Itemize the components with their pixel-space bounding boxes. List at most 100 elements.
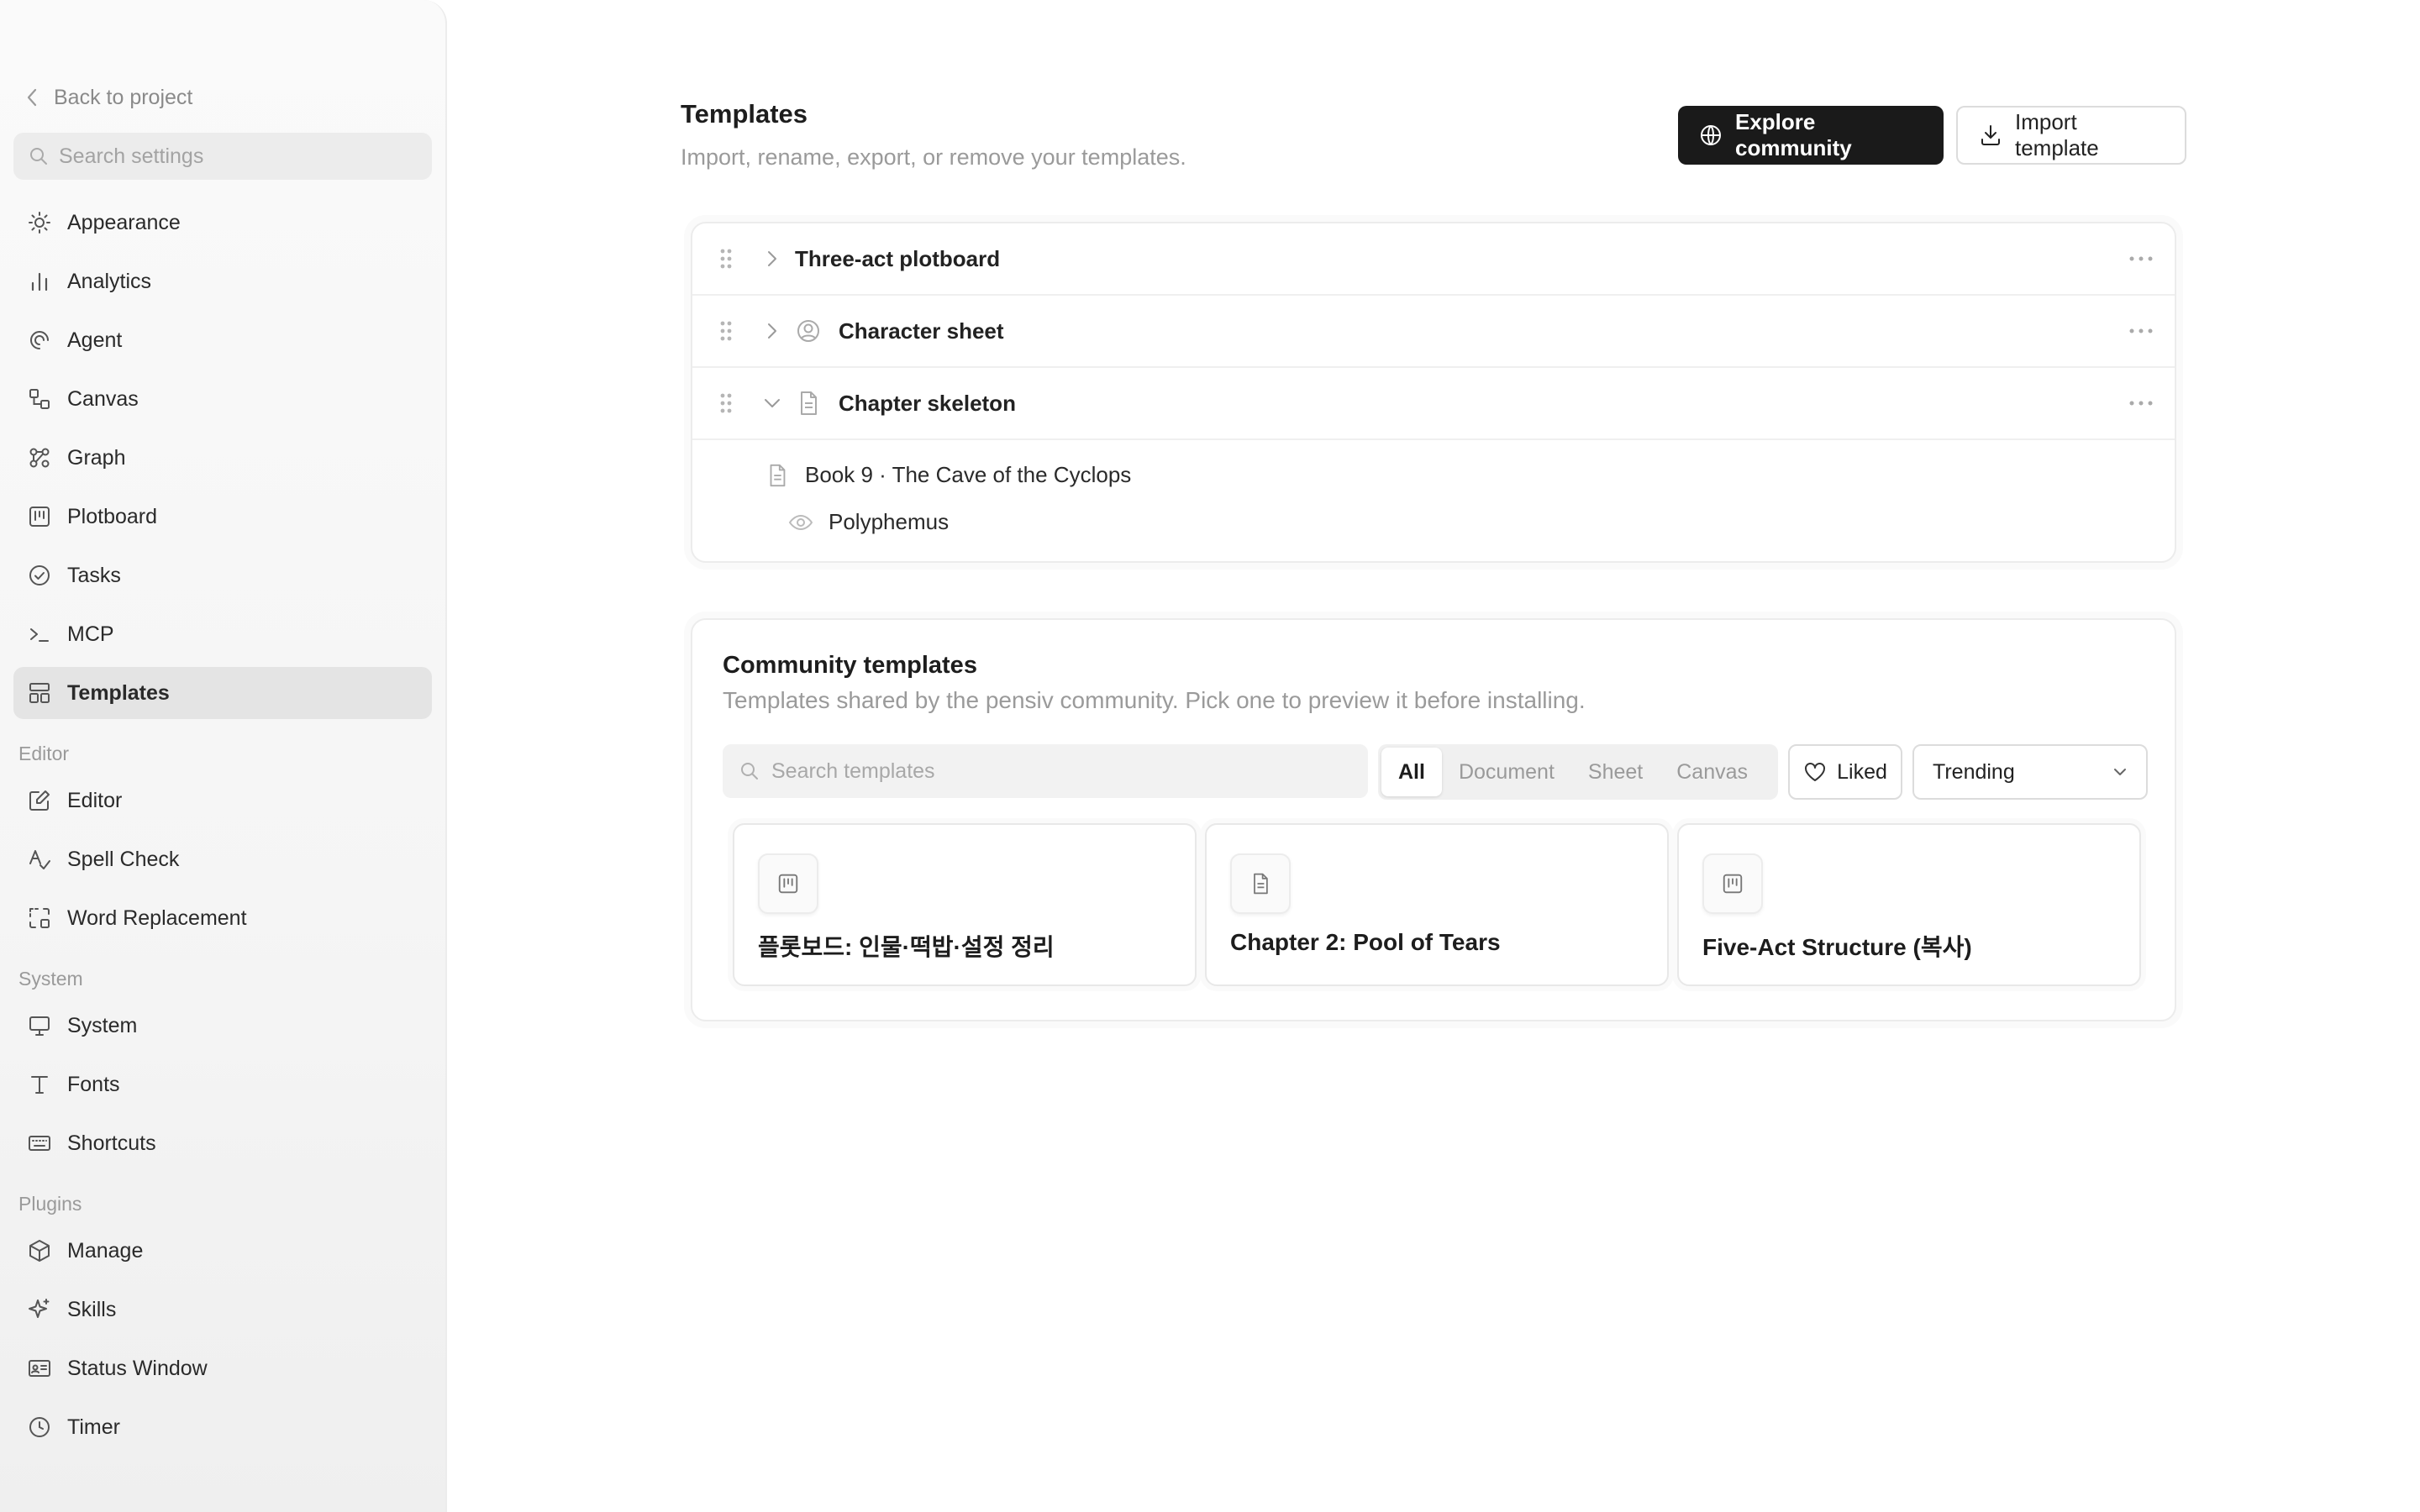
sidebar-item-label: Appearance [67, 210, 181, 234]
more-options-icon[interactable] [2126, 395, 2156, 412]
heart-icon [1803, 761, 1827, 783]
more-options-icon[interactable] [2126, 323, 2156, 339]
sidebar-item-spell-check[interactable]: Spell Check [13, 833, 432, 885]
sidebar-item-plotboard[interactable]: Plotboard [13, 491, 432, 543]
template-row[interactable]: Chapter skeleton [692, 368, 2175, 440]
template-search-input[interactable] [771, 759, 1360, 784]
explore-community-label: Explore community [1735, 109, 1852, 160]
my-templates-list: Three-act plotboard Character sheet Chap… [691, 222, 2176, 563]
type-filter-segmented-control: All Document Sheet Canvas [1378, 744, 1778, 800]
sidebar-item-status-window[interactable]: Status Window [13, 1342, 432, 1394]
eye-icon [788, 510, 813, 535]
community-template-title: Chapter 2: Pool of Tears [1230, 929, 1501, 955]
search-icon [739, 761, 760, 781]
sort-select[interactable]: Trending [1912, 744, 2148, 800]
sidebar-item-agent[interactable]: Agent [13, 314, 432, 366]
sidebar-item-label: Fonts [67, 1072, 120, 1096]
sidebar-item-label: Plotboard [67, 504, 158, 528]
type-icon [27, 1072, 52, 1097]
keyboard-icon [27, 1131, 52, 1156]
filter-all[interactable]: All [1381, 748, 1442, 796]
drag-handle-icon[interactable] [718, 318, 734, 344]
community-title: Community templates [723, 652, 977, 679]
package-icon [27, 1238, 52, 1263]
search-icon [29, 146, 49, 166]
sidebar-item-graph[interactable]: Graph [13, 432, 432, 484]
community-template-title: Five-Act Structure (복사) [1702, 934, 1972, 960]
liked-filter-button[interactable]: Liked [1788, 744, 1902, 800]
sort-value: Trending [1933, 759, 2015, 784]
explore-community-button[interactable]: Explore community [1678, 106, 1944, 165]
chevron-down-icon [2111, 763, 2129, 781]
kanban-icon [1702, 853, 1763, 914]
section-label-plugins: Plugins [18, 1193, 82, 1215]
template-child-chapter[interactable]: Book 9 · The Cave of the Cyclops [765, 462, 1131, 488]
settings-search-box[interactable] [13, 133, 432, 180]
import-template-button[interactable]: Import template [1956, 106, 2186, 165]
sidebar-item-skills[interactable]: Skills [13, 1284, 432, 1336]
sidebar-item-appearance[interactable]: Appearance [13, 197, 432, 249]
sidebar-item-mcp[interactable]: MCP [13, 608, 432, 660]
sidebar-item-editor[interactable]: Editor [13, 774, 432, 827]
kanban-icon [27, 504, 52, 529]
sidebar-item-label: System [67, 1013, 138, 1037]
graph-icon [27, 445, 52, 470]
drag-handle-icon[interactable] [718, 391, 734, 416]
pencil-square-icon [27, 788, 52, 813]
chevron-left-icon [25, 87, 39, 108]
sidebar-item-word-replacement[interactable]: Word Replacement [13, 892, 432, 944]
templates-settings-panel: Templates Import, rename, export, or rem… [681, 0, 2186, 1512]
chevron-right-icon[interactable] [761, 320, 783, 342]
sidebar-item-label: Timer [67, 1415, 120, 1439]
template-name: Character sheet [839, 318, 1004, 344]
filter-canvas[interactable]: Canvas [1660, 748, 1765, 796]
shapes-icon [27, 386, 52, 412]
sidebar-item-canvas[interactable]: Canvas [13, 373, 432, 425]
liked-label: Liked [1837, 759, 1887, 784]
settings-search-input[interactable] [59, 144, 429, 169]
filter-document[interactable]: Document [1442, 748, 1571, 796]
template-name: Three-act plotboard [795, 245, 1001, 271]
sidebar-item-label: MCP [67, 622, 114, 646]
sidebar-item-system[interactable]: System [13, 1000, 432, 1052]
sidebar-item-label: Agent [67, 328, 123, 352]
document-icon [765, 463, 790, 488]
layout-icon [27, 680, 52, 706]
drag-handle-icon[interactable] [718, 246, 734, 271]
check-circle-icon [27, 563, 52, 588]
sidebar-item-label: Word Replacement [67, 906, 247, 930]
globe-icon [1698, 123, 1723, 148]
sun-icon [27, 210, 52, 235]
sparkle-icon [27, 1297, 52, 1322]
sidebar-item-fonts[interactable]: Fonts [13, 1058, 432, 1110]
sidebar-item-label: Analytics [67, 269, 152, 293]
id-card-icon [27, 1356, 52, 1381]
sidebar-item-templates[interactable]: Templates [13, 667, 432, 719]
chapter-title: Book 9 · The Cave of the Cyclops [805, 462, 1132, 487]
replace-icon [27, 906, 52, 931]
community-template-card[interactable]: Chapter 2: Pool of Tears [1205, 823, 1669, 986]
sidebar-item-timer[interactable]: Timer [13, 1401, 432, 1453]
terminal-icon [27, 622, 52, 647]
template-search-box[interactable] [723, 744, 1368, 798]
chevron-down-icon[interactable] [761, 392, 783, 414]
sidebar-item-label: Manage [67, 1238, 144, 1263]
template-name: Chapter skeleton [839, 390, 1016, 416]
filter-sheet[interactable]: Sheet [1571, 748, 1660, 796]
community-template-card[interactable]: Five-Act Structure (복사) [1677, 823, 2141, 986]
template-row[interactable]: Three-act plotboard [692, 223, 2175, 296]
sidebar-item-manage[interactable]: Manage [13, 1225, 432, 1277]
section-label-editor: Editor [18, 743, 70, 764]
chevron-right-icon[interactable] [761, 248, 783, 270]
sidebar-item-label: Spell Check [67, 847, 180, 871]
template-child-character[interactable]: Polyphemus [788, 509, 949, 535]
sidebar-item-tasks[interactable]: Tasks [13, 549, 432, 601]
sidebar-item-shortcuts[interactable]: Shortcuts [13, 1117, 432, 1169]
community-template-card[interactable]: 플롯보드: 인물·떡밥·설정 정리 [733, 823, 1197, 986]
back-to-project-link[interactable]: Back to project [25, 81, 445, 114]
sidebar-item-analytics[interactable]: Analytics [13, 255, 432, 307]
more-options-icon[interactable] [2126, 250, 2156, 267]
page-subtitle: Import, rename, export, or remove your t… [681, 144, 1186, 170]
character-name: Polyphemus [829, 509, 950, 534]
template-row[interactable]: Character sheet [692, 296, 2175, 368]
